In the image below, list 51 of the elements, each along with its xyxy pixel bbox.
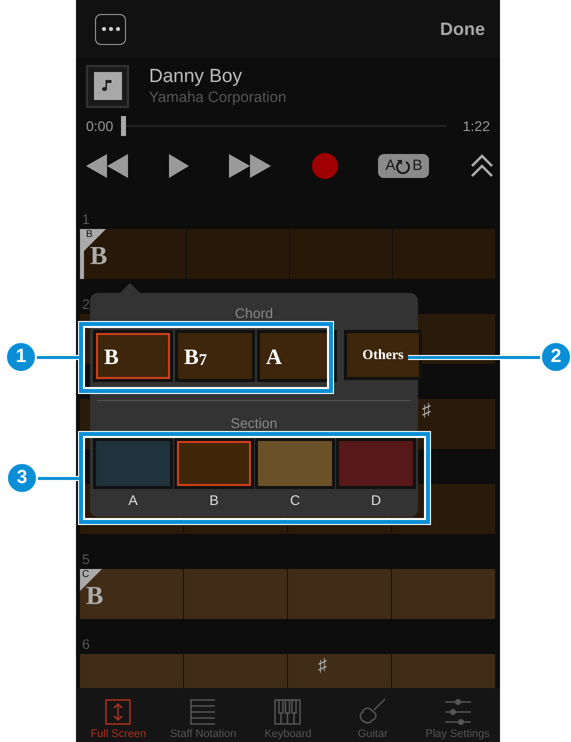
elapsed-time: 0:00 — [86, 116, 114, 136]
section-swatch[interactable] — [177, 441, 251, 486]
fast-forward-icon[interactable] — [229, 154, 272, 178]
section-label: C — [290, 492, 300, 508]
section-swatch[interactable] — [339, 441, 413, 486]
chord-cell[interactable] — [288, 569, 392, 619]
section-label: A — [128, 492, 138, 508]
callout-number: 2 — [540, 341, 571, 373]
progress-handle[interactable] — [121, 116, 126, 136]
record-icon[interactable] — [312, 153, 338, 179]
music-note-icon — [94, 72, 122, 100]
sharp-sign: ♯ — [318, 656, 327, 674]
chord-heading: Chord — [234, 305, 274, 321]
measure-number: 1 — [82, 211, 90, 227]
measure-number: 6 — [82, 636, 90, 652]
callout-number: 1 — [5, 341, 37, 373]
chord-option[interactable]: A — [260, 333, 334, 379]
loop-icon — [396, 158, 412, 174]
measure-number: 5 — [82, 551, 90, 567]
chord-cell[interactable] — [290, 229, 393, 279]
section-heading: Section — [230, 415, 278, 431]
section-label: B — [209, 492, 219, 508]
ab-repeat-button[interactable]: A B — [378, 154, 430, 178]
piano-keys-icon — [274, 699, 302, 725]
guitar-icon — [358, 697, 387, 725]
sharp-sign: ♯ — [422, 401, 431, 419]
total-time: 1:22 — [462, 116, 490, 136]
chord-option[interactable]: B — [96, 333, 170, 379]
sliders-icon — [444, 699, 471, 725]
section-label: D — [370, 492, 382, 508]
chord-cell[interactable] — [392, 569, 496, 619]
rewind-icon[interactable] — [86, 154, 128, 178]
done-button[interactable]: Done — [440, 16, 485, 42]
others-button[interactable]: Others — [347, 333, 419, 377]
chord-cell[interactable] — [393, 229, 496, 279]
chord-cell[interactable] — [184, 569, 288, 619]
song-title: Danny Boy — [149, 64, 243, 88]
play-icon[interactable] — [168, 154, 189, 178]
measure-number: 2 — [82, 296, 90, 312]
song-artist: Yamaha Corporation — [149, 88, 286, 108]
chord-cell[interactable] — [187, 229, 290, 279]
staff-lines-icon — [190, 699, 216, 725]
chord-option[interactable]: B$_{7}$ — [178, 333, 252, 379]
expand-icon — [105, 699, 132, 725]
progress-track[interactable] — [121, 116, 447, 136]
double-chevron-up-icon[interactable] — [470, 154, 494, 178]
section-swatch[interactable] — [258, 441, 332, 486]
more-button[interactable] — [95, 14, 126, 44]
callout-number: 3 — [6, 462, 38, 494]
section-swatch[interactable] — [96, 441, 170, 486]
chord-cell[interactable]: ♯ — [288, 654, 392, 688]
